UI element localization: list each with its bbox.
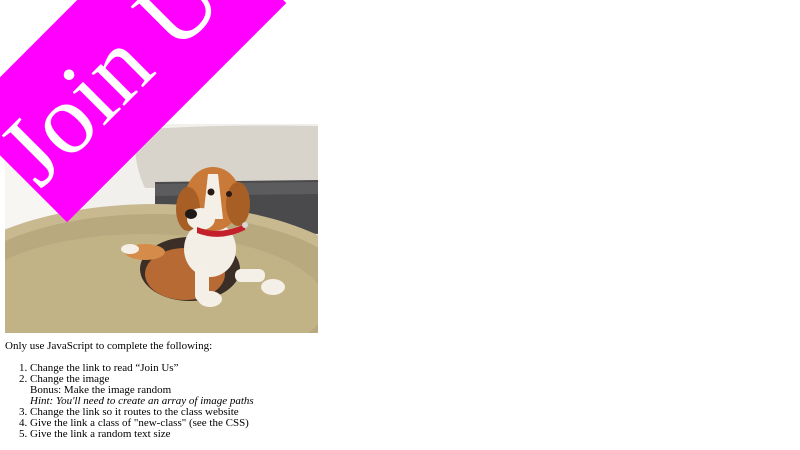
task-list: Change the link to read “Join Us” Change… xyxy=(5,363,254,440)
instructions: Only use JavaScript to complete the foll… xyxy=(5,341,254,440)
page: Join Us Only use JavaScript to complete … xyxy=(0,0,800,450)
task-label: Give the link a random text size xyxy=(30,428,171,440)
task-item: Change the image Bonus: Make the image r… xyxy=(30,374,254,407)
instructions-intro: Only use JavaScript to complete the foll… xyxy=(5,340,213,352)
task-item: Give the link a random text size xyxy=(30,429,254,440)
